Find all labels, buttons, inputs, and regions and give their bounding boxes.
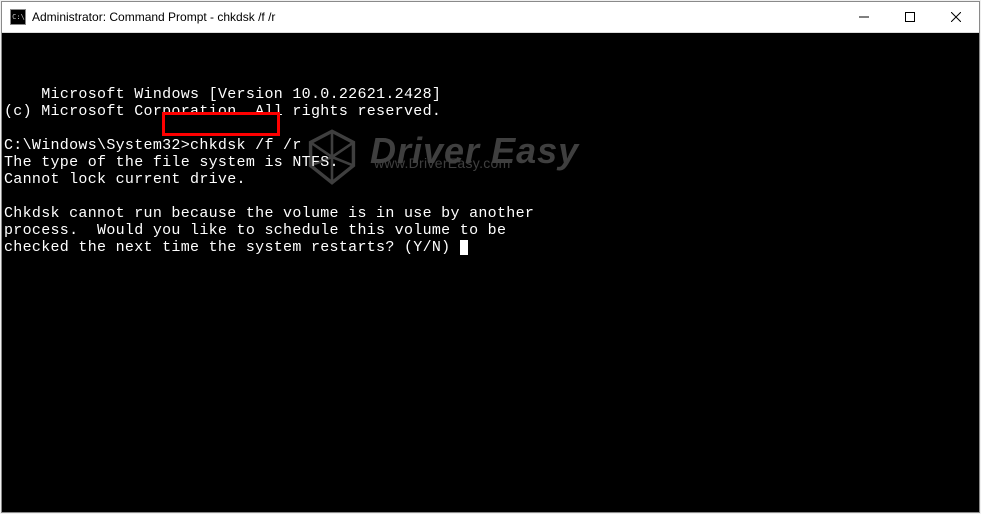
- close-button[interactable]: [933, 2, 979, 32]
- watermark-title: Driver Easy: [370, 142, 579, 159]
- cmd-icon: C:\: [10, 9, 26, 25]
- command-prompt-window: C:\ Administrator: Command Prompt - chkd…: [1, 1, 980, 513]
- output-line: Cannot lock current drive.: [4, 171, 246, 188]
- minimize-button[interactable]: [841, 2, 887, 32]
- output-line: The type of the file system is NTFS.: [4, 154, 339, 171]
- output-line: (c) Microsoft Corporation. All rights re…: [4, 103, 441, 120]
- cursor: [460, 240, 468, 255]
- output-line: Microsoft Windows [Version 10.0.22621.24…: [41, 86, 441, 103]
- maximize-button[interactable]: [887, 2, 933, 32]
- output-line: Chkdsk cannot run because the volume is …: [4, 205, 534, 222]
- typed-command: chkdsk /f /r: [190, 137, 302, 154]
- titlebar[interactable]: C:\ Administrator: Command Prompt - chkd…: [2, 2, 979, 33]
- prompt-line: C:\Windows\System32>chkdsk /f /r: [4, 137, 302, 154]
- output-line: process. Would you like to schedule this…: [4, 222, 506, 239]
- window-controls: [841, 2, 979, 32]
- watermark-url: www.DriverEasy.com: [374, 155, 579, 172]
- terminal-area[interactable]: Driver Easy www.DriverEasy.com Microsoft…: [2, 33, 979, 512]
- output-line: checked the next time the system restart…: [4, 239, 468, 256]
- prompt-path: C:\Windows\System32>: [4, 137, 190, 154]
- window-title: Administrator: Command Prompt - chkdsk /…: [32, 10, 841, 24]
